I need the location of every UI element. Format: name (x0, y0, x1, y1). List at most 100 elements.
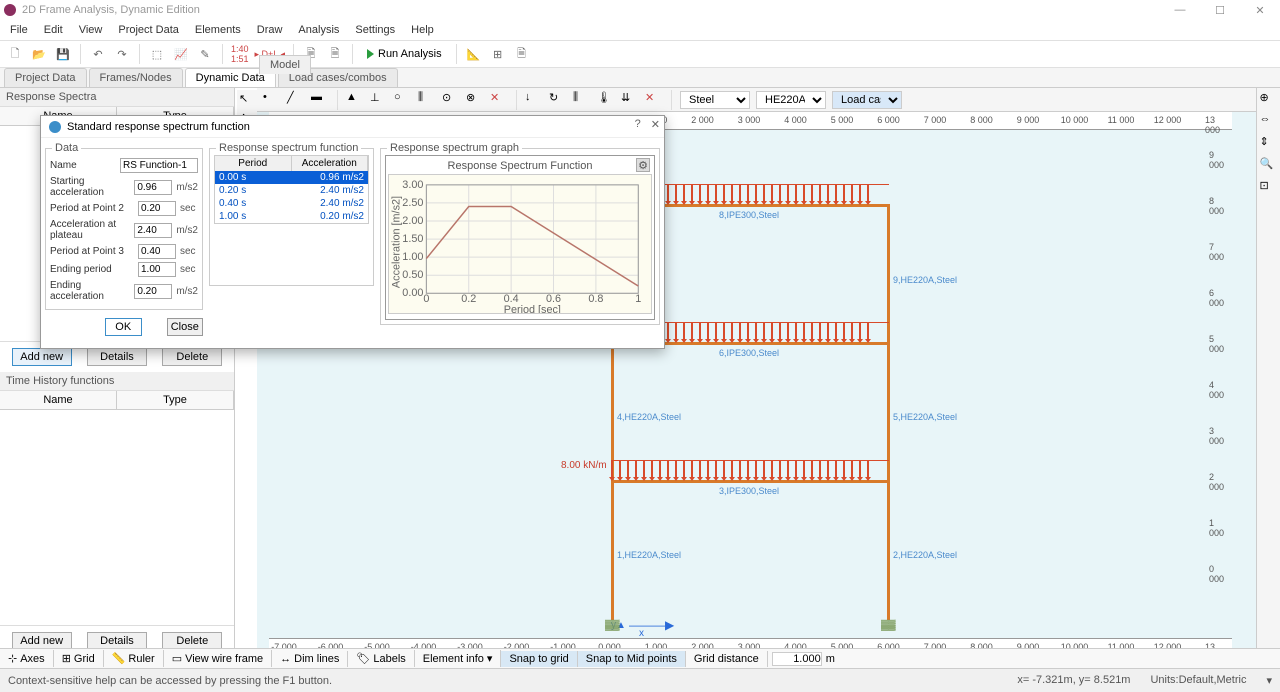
node-icon[interactable]: • (263, 91, 281, 109)
camera-icon[interactable]: ⊕ (1259, 90, 1279, 110)
menu-edit[interactable]: Edit (44, 24, 63, 36)
table-row[interactable]: 0.00 s0.96 m/s2 (215, 171, 368, 184)
snap-grid-toggle[interactable]: Snap to grid (501, 651, 577, 667)
menu-draw[interactable]: Draw (257, 24, 283, 36)
chart-icon[interactable]: 📈 (172, 45, 190, 63)
support-roller-icon[interactable]: ○ (394, 91, 412, 109)
spectrum-table[interactable]: Period Acceleration 0.00 s0.96 m/s20.20 … (214, 155, 369, 224)
minimize-button[interactable]: — (1160, 0, 1200, 20)
edit-icon[interactable]: ✎ (196, 45, 214, 63)
tab-project-data[interactable]: Project Data (4, 68, 87, 87)
element-1[interactable] (611, 480, 614, 620)
response-spectra-title: Response Spectra (0, 88, 234, 107)
units-dropdown-icon[interactable]: ▾ (1266, 674, 1272, 687)
maximize-button[interactable]: ☐ (1200, 0, 1240, 20)
accel-header: Acceleration (292, 156, 369, 171)
run-analysis-button[interactable]: Run Analysis (361, 46, 448, 62)
loadcase-select[interactable]: Load case 1 (832, 91, 902, 109)
name-input[interactable] (120, 158, 198, 173)
x-axis-label: x (639, 628, 644, 639)
menu-settings[interactable]: Settings (355, 24, 395, 36)
redo-icon[interactable]: ↷ (113, 45, 131, 63)
menu-help[interactable]: Help (411, 24, 434, 36)
material-select[interactable]: Steel (680, 91, 750, 109)
add-new-button[interactable]: Add new (12, 348, 72, 366)
fit-icon[interactable]: ⊡ (1259, 178, 1279, 198)
canvas-toolbar: • ╱ ▬ ▲ ⊥ ○ ⫼ ⊙ ⊗ ✕ ↓ ↻ ⫼ 🌡 ⇊ ✕ Steel HE… (257, 88, 1256, 112)
hinge-icon[interactable]: ⊙ (442, 91, 460, 109)
tab-model[interactable]: Model (259, 55, 311, 74)
field-input[interactable] (134, 180, 172, 195)
save-icon[interactable]: 💾 (54, 45, 72, 63)
svg-text:1: 1 (635, 293, 641, 305)
svg-text:Acceleration [m/s2]: Acceleration [m/s2] (391, 196, 403, 288)
del-support-icon[interactable]: ✕ (490, 91, 508, 109)
field-input[interactable] (138, 262, 176, 277)
labels-toggle[interactable]: 🏷 Labels (348, 650, 414, 667)
ok-button[interactable]: OK (105, 318, 142, 336)
spring-icon[interactable]: ⫼ (418, 91, 436, 109)
menu-analysis[interactable]: Analysis (298, 24, 339, 36)
tool-icon[interactable]: ⬚ (148, 45, 166, 63)
dimlines-toggle[interactable]: ↔ Dim lines (272, 651, 348, 667)
beam-icon[interactable]: ▬ (311, 91, 329, 109)
grid-toggle[interactable]: ⊞ Grid (54, 650, 104, 667)
cursor-icon[interactable]: ↖ (239, 92, 257, 110)
extent2-icon[interactable]: ⇕ (1259, 134, 1279, 154)
table-row[interactable]: 1.00 s0.20 m/s2 (215, 210, 368, 223)
dist-load-icon[interactable]: ⫼ (573, 91, 591, 109)
support-pin-icon[interactable]: ▲ (346, 91, 364, 109)
moment-icon[interactable]: ↻ (549, 91, 567, 109)
menu-project-data[interactable]: Project Data (118, 24, 179, 36)
del-load-icon[interactable]: ✕ (645, 91, 663, 109)
close-button-dlg[interactable]: Close (167, 318, 204, 336)
field-input[interactable] (138, 201, 176, 216)
field-input[interactable] (134, 223, 172, 238)
open-icon[interactable]: 📂 (30, 45, 48, 63)
details-button[interactable]: Details (87, 348, 147, 366)
section-select[interactable]: HE220A (756, 91, 826, 109)
point-load-icon[interactable]: ↓ (525, 91, 543, 109)
export-icon[interactable]: 🗎 (326, 45, 344, 63)
svg-text:0.2: 0.2 (461, 293, 476, 305)
new-icon[interactable]: 🗋 (6, 45, 24, 63)
element-2[interactable] (887, 480, 890, 620)
field-input[interactable] (134, 284, 172, 299)
status-help: Context-sensitive help can be accessed b… (8, 675, 332, 687)
measure-icon[interactable]: 📐 (465, 45, 483, 63)
axes-toggle[interactable]: ⊹ Axes (0, 650, 54, 667)
snap-mid-toggle[interactable]: Snap to Mid points (578, 651, 686, 667)
support-2: ▓▓ (881, 620, 896, 631)
dialog-title-bar[interactable]: Standard response spectrum function ? ✕ (41, 116, 664, 138)
table-icon[interactable]: ⊞ (489, 45, 507, 63)
tab-frames-nodes[interactable]: Frames/Nodes (89, 68, 183, 87)
wireframe-toggle[interactable]: ▭ View wire frame (164, 650, 272, 667)
settle-icon[interactable]: ⇊ (621, 91, 639, 109)
help-icon[interactable]: ? (635, 118, 641, 131)
gear-icon[interactable]: ⚙ (636, 158, 650, 172)
delete-button[interactable]: Delete (162, 348, 222, 366)
table-row[interactable]: 0.40 s2.40 m/s2 (215, 197, 368, 210)
line-icon[interactable]: ╱ (287, 91, 305, 109)
support-fix-icon[interactable]: ⊥ (370, 91, 388, 109)
dialog-close-icon[interactable]: ✕ (651, 118, 660, 131)
menu-view[interactable]: View (79, 24, 103, 36)
release-icon[interactable]: ⊗ (466, 91, 484, 109)
grid-distance-input[interactable] (772, 652, 822, 666)
table-row[interactable]: 0.20 s2.40 m/s2 (215, 184, 368, 197)
zoom-icon[interactable]: 🔍 (1259, 156, 1279, 176)
ruler-toggle[interactable]: 📏 Ruler (104, 650, 164, 667)
extent-icon[interactable]: ⇔ (1259, 112, 1279, 132)
report-icon[interactable]: 🗎 (513, 45, 531, 63)
undo-icon[interactable]: ↶ (89, 45, 107, 63)
support-1: ▓▓ (605, 620, 620, 631)
timehist-list[interactable] (0, 410, 234, 626)
col-name-2: Name (0, 391, 117, 409)
menu-elements[interactable]: Elements (195, 24, 241, 36)
temp-load-icon[interactable]: 🌡 (597, 91, 615, 109)
close-button[interactable]: ✕ (1240, 0, 1280, 20)
menu-file[interactable]: File (10, 24, 28, 36)
label-e1: 1,HE220A,Steel (617, 550, 681, 560)
field-input[interactable] (138, 244, 176, 259)
element-info[interactable]: Element info ▾ (415, 650, 502, 667)
